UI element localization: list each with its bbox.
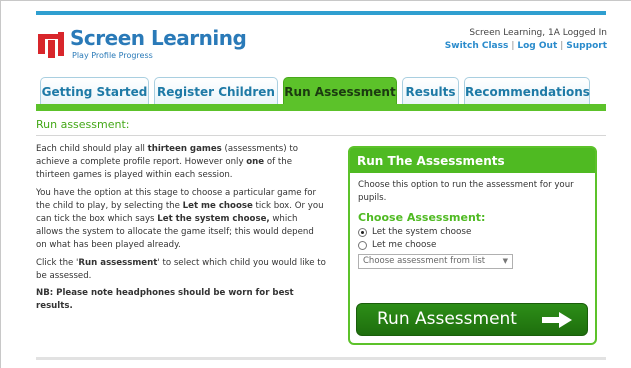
radio-system-choose[interactable]: [358, 227, 367, 237]
logo[interactable]: Screen Learning Play Profile Progress: [36, 26, 247, 62]
section-title: Run assessment:: [36, 118, 130, 131]
choose-assessment-heading: Choose Assessment:: [358, 211, 486, 224]
instructions-paragraph: Click the 'Run assessment' to select whi…: [36, 257, 326, 281]
instructions-paragraph: Each child should play all thirteen game…: [36, 144, 298, 181]
bottom-divider: [36, 357, 606, 360]
tab-register-children[interactable]: Register Children: [154, 77, 278, 105]
panel-header: Run The Assessments: [350, 148, 595, 173]
run-assessments-panel: Run The Assessments Choose this option t…: [348, 146, 597, 345]
option-system-choose[interactable]: Let the system choose: [358, 227, 587, 237]
logo-mark-icon: [38, 32, 64, 58]
brand-title: Screen Learning: [70, 26, 247, 50]
support-link[interactable]: Support: [566, 41, 607, 51]
user-area: Screen Learning, 1A Logged In Switch Cla…: [445, 28, 607, 51]
divider: [36, 135, 606, 136]
tab-underline: [36, 104, 606, 111]
instructions-paragraph: You have the option at this stage to cho…: [36, 187, 324, 251]
arrow-right-icon: [542, 312, 572, 328]
option-label: Let the system choose: [372, 227, 472, 237]
switch-class-link[interactable]: Switch Class: [445, 41, 509, 51]
instructions: Each child should play all thirteen game…: [36, 143, 326, 317]
top-accent-bar: [36, 11, 606, 15]
tab-getting-started[interactable]: Getting Started: [40, 77, 149, 105]
log-out-link[interactable]: Log Out: [517, 41, 557, 51]
run-button-label: Run Assessment: [377, 309, 517, 329]
chevron-down-icon: ▼: [502, 257, 508, 265]
tab-run-assessment[interactable]: Run Assessment: [283, 77, 397, 105]
main-tabs: Getting Started Register Children Run As…: [36, 77, 606, 105]
tab-results[interactable]: Results: [402, 77, 459, 105]
assessment-select[interactable]: Choose assessment from list ▼: [358, 254, 513, 269]
brand-subtitle: Play Profile Progress: [72, 51, 153, 60]
tab-recommendations[interactable]: Recommendations: [464, 77, 590, 105]
run-assessment-button[interactable]: Run Assessment: [356, 303, 588, 336]
option-let-me-choose[interactable]: Let me choose: [358, 240, 587, 250]
headphones-note: NB: Please note headphones should be wor…: [36, 288, 294, 312]
login-status: Screen Learning, 1A Logged In: [469, 28, 607, 38]
option-label: Let me choose: [372, 240, 437, 250]
radio-let-me-choose[interactable]: [358, 240, 367, 250]
panel-text: Choose this option to run the assessment…: [358, 180, 574, 203]
select-value: Choose assessment from list: [363, 256, 486, 266]
user-links: Switch Class | Log Out | Support: [444, 41, 607, 51]
